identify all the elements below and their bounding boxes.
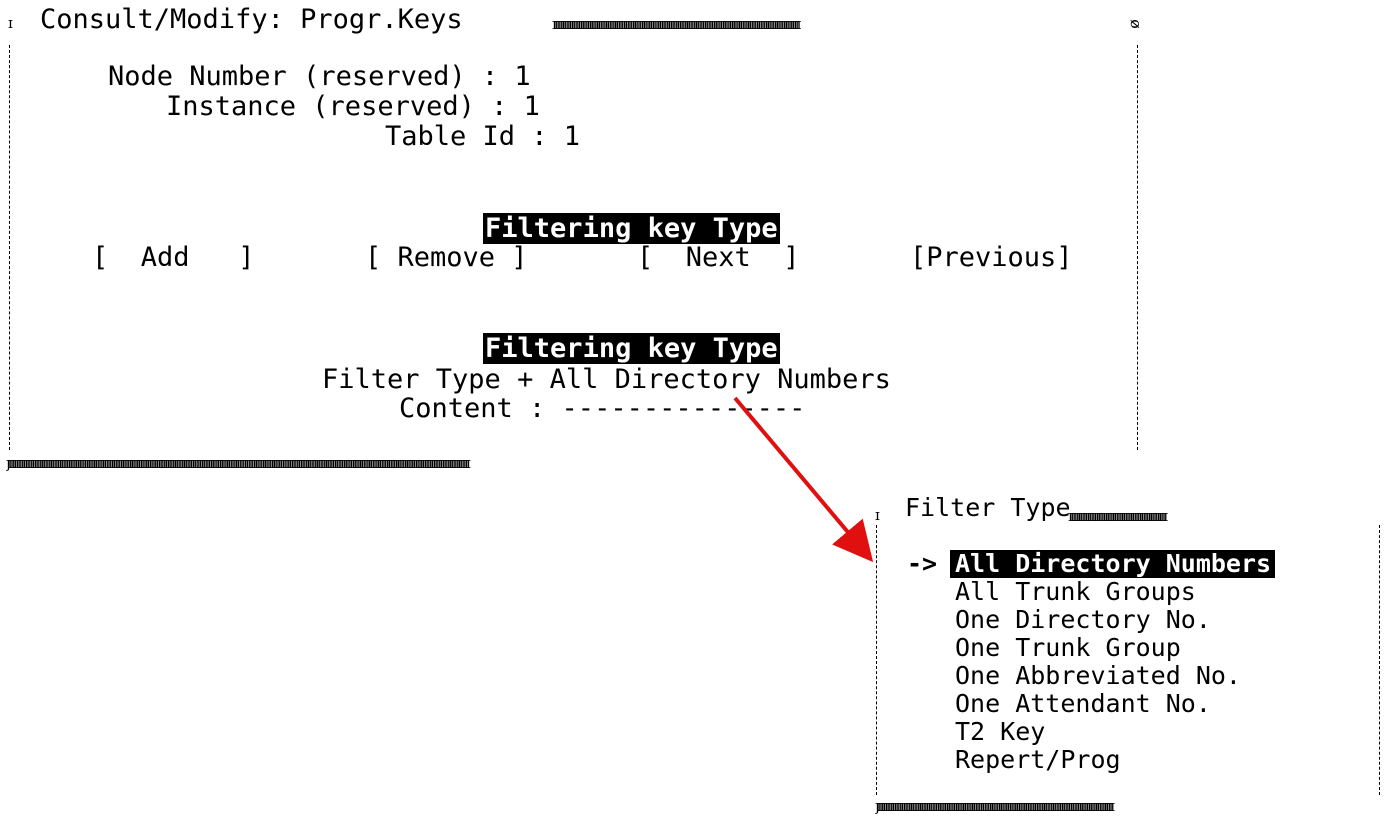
instance-field: Instance (reserved) : 1 — [166, 91, 540, 122]
popup-right-border — [1379, 525, 1381, 795]
filter-type-field[interactable]: Filter Type + All Directory Numbers — [322, 365, 891, 395]
main-left-border — [9, 45, 11, 450]
popup-option[interactable]: One Attendant No. — [955, 690, 1211, 718]
main-bottom-border: ȷɪɪɪɪɪɪɪɪɪɪɪɪɪɪɪɪɪɪɪɪɪɪɪɪɪɪɪɪɪɪɪɪɪɪɪɪɪɪɪ… — [6, 455, 471, 471]
popup-title-border: ɪɪɪɪɪɪɪɪɪɪɪɪɪɪɪɪɪɪɪɪɪɪɪɪɪɪɪɪɪɪɪɪɪɪɪɪɪɪɪɪ… — [1068, 508, 1168, 524]
popup-pointer: -> — [907, 549, 938, 578]
main-right-border — [1137, 45, 1139, 450]
section-header-1-text: Filtering key Type — [483, 213, 780, 244]
node-number-field: Node Number (reserved) : 1 — [108, 61, 531, 92]
table-id-field: Table Id : 1 — [385, 121, 581, 152]
window-title: Consult/Modify: Progr.Keys — [40, 4, 463, 35]
title-corner-marker: ɪ — [8, 15, 13, 31]
popup-option[interactable]: One Abbreviated No. — [955, 662, 1241, 690]
content-field[interactable]: Content : --------------- — [399, 394, 805, 424]
remove-button[interactable]: [ Remove ] — [365, 243, 528, 273]
popup-option[interactable]: T2 Key — [955, 718, 1045, 746]
title-border-pattern: ɪɪɪɪɪɪɪɪɪɪɪɪɪɪɪɪɪɪɪɪɪɪɪɪɪɪɪɪɪɪɪɪɪɪɪɪɪɪɪɪ… — [552, 16, 801, 32]
popup-option[interactable]: One Trunk Group — [955, 634, 1181, 662]
popup-option[interactable]: All Trunk Groups — [955, 578, 1196, 606]
title-close-marker[interactable]: ᴓ — [1130, 15, 1144, 31]
previous-button[interactable]: [Previous] — [910, 243, 1073, 273]
add-button[interactable]: [ Add ] — [92, 243, 255, 273]
popup-option[interactable]: All Directory Numbers — [950, 550, 1276, 578]
popup-option[interactable]: Repert/Prog — [955, 746, 1121, 774]
popup-option[interactable]: One Directory No. — [955, 606, 1211, 634]
popup-left-border — [876, 525, 878, 795]
next-button[interactable]: [ Next ] — [637, 243, 800, 273]
popup-title: Filter Type — [905, 493, 1071, 522]
popup-bottom-border: ȷɪɪɪɪɪɪɪɪɪɪɪɪɪɪɪɪɪɪɪɪɪɪɪɪɪɪɪɪɪɪɪɪɪɪɪɪɪɪɪ… — [875, 798, 1115, 814]
section-header-2-text: Filtering key Type — [483, 333, 780, 364]
popup-title-marker: ɪ — [875, 507, 880, 523]
